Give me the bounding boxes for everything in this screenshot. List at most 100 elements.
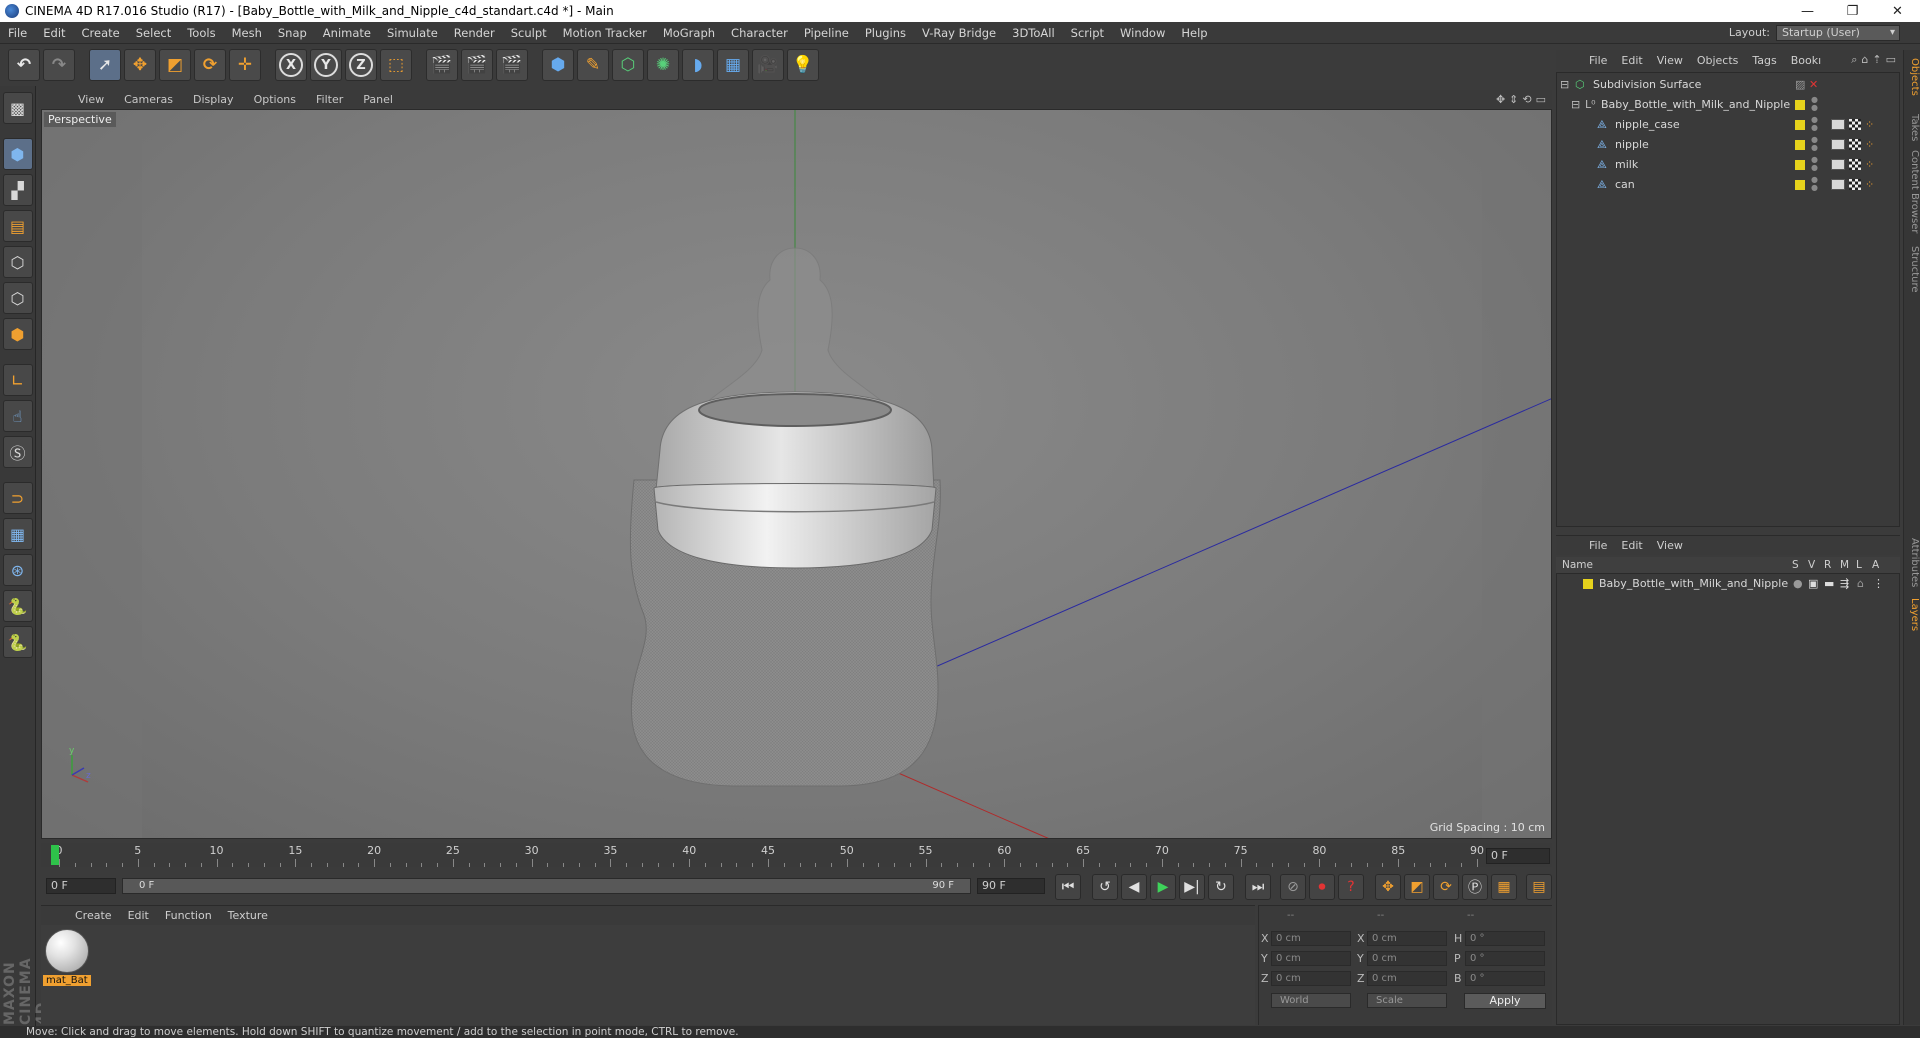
phong-tag-icon[interactable] — [1831, 119, 1845, 130]
tab-takes[interactable]: Takes — [1905, 114, 1920, 141]
menu-pipeline[interactable]: Pipeline — [796, 26, 857, 40]
object-row-baby-bottle[interactable]: ⊟ L⁰ Baby_Bottle_with_Milk_and_Nipple ● ● — [1557, 95, 1899, 114]
next-frame-icon[interactable]: ▶| — [1179, 874, 1205, 900]
texture-tag-icon[interactable] — [1849, 159, 1861, 170]
layer-manager-icon[interactable]: ⇶ — [1840, 577, 1849, 590]
render-picture-viewer-icon[interactable]: 🎬 — [461, 49, 493, 81]
scale-tool-icon[interactable]: ◩ — [159, 49, 191, 81]
render-settings-icon[interactable]: 🎬 — [496, 49, 528, 81]
coordinate-system-icon[interactable]: ⬚ — [380, 49, 412, 81]
preview-range-slider[interactable]: 0 F 90 F — [122, 878, 971, 894]
menu-script[interactable]: Script — [1063, 26, 1112, 40]
om-menu-bookmarks[interactable]: Bookı — [1784, 54, 1828, 67]
undo-icon[interactable]: ↶ — [8, 49, 40, 81]
om-menu-tags[interactable]: Tags — [1745, 54, 1783, 67]
python-script-icon[interactable]: 🐍 — [2, 590, 33, 622]
menu-plugins[interactable]: Plugins — [857, 26, 914, 40]
light-icon[interactable]: 💡 — [787, 49, 819, 81]
viewport-menu-cameras[interactable]: Cameras — [114, 93, 183, 106]
deformer-icon[interactable]: ◗ — [682, 49, 714, 81]
locked-workplane-icon[interactable]: ⊛ — [2, 554, 33, 586]
material-menu-create[interactable]: Create — [67, 909, 120, 922]
model-mode-icon[interactable]: ⬢ — [2, 138, 33, 170]
rotate-tool-icon[interactable]: ⟳ — [194, 49, 226, 81]
visibility-check-icon[interactable]: ▨ — [1795, 78, 1807, 91]
layer-solo-icon[interactable]: ● — [1793, 577, 1803, 590]
om-menu-objects[interactable]: Objects — [1690, 54, 1746, 67]
layer-lock-icon[interactable]: ⌂ — [1857, 577, 1864, 590]
pen-spline-icon[interactable]: ✎ — [577, 49, 609, 81]
viewport-camera-label[interactable]: Perspective — [44, 112, 116, 127]
lm-menu-view[interactable]: View — [1650, 539, 1690, 552]
y-axis-lock-icon[interactable]: Y — [310, 49, 342, 81]
object-row-nipple[interactable]: ⟁ nipple ● ● ⁘ — [1557, 135, 1899, 154]
phong-tag-icon[interactable] — [1831, 139, 1845, 150]
visibility-dots-icon[interactable]: ● ● — [1811, 116, 1818, 132]
record-point-level-icon[interactable]: ▦ — [1491, 874, 1517, 900]
visibility-dots-icon[interactable]: ● ● — [1811, 156, 1818, 172]
layer-color-swatch[interactable] — [1583, 579, 1593, 589]
snapping-icon[interactable]: ⊃ — [2, 482, 33, 514]
record-active-objects-icon[interactable]: ⏺ — [1309, 874, 1335, 900]
maximize-button[interactable]: ❐ — [1830, 0, 1875, 22]
om-menu-file[interactable]: File — [1582, 54, 1614, 67]
tab-objects[interactable]: Objects — [1905, 58, 1920, 96]
next-keyframe-icon[interactable]: ↻ — [1208, 874, 1234, 900]
minimize-button[interactable]: — — [1785, 0, 1830, 22]
viewport-menu-panel[interactable]: Panel — [353, 93, 403, 106]
layer-animation-icon[interactable]: ⋮ — [1873, 577, 1884, 590]
position-z-field[interactable]: 0 cm — [1271, 971, 1351, 986]
coordinate-space-dropdown[interactable]: World — [1271, 993, 1351, 1008]
layer-view-icon[interactable]: ▣ — [1808, 577, 1818, 590]
close-button[interactable]: ✕ — [1875, 0, 1920, 22]
material-tag-icon[interactable]: ⁘ — [1865, 118, 1874, 131]
viewport-menu-filter[interactable]: Filter — [306, 93, 353, 106]
material-menu-edit[interactable]: Edit — [120, 909, 157, 922]
go-to-end-icon[interactable]: ⏭ — [1245, 874, 1271, 900]
object-row-subdivision-surface[interactable]: ⊟ ⬡ Subdivision Surface ▨ ✕ — [1557, 75, 1899, 94]
collapse-icon[interactable]: ⊟ — [1560, 78, 1572, 91]
workplane-mode-icon[interactable]: ▤ — [2, 210, 33, 242]
material-tag-icon[interactable]: ⁘ — [1865, 158, 1874, 171]
menu-snap[interactable]: Snap — [270, 26, 315, 40]
subdivision-surface-icon[interactable]: ⬡ — [612, 49, 644, 81]
previous-frame-icon[interactable]: ◀ — [1121, 874, 1147, 900]
render-view-icon[interactable]: 🎬 — [426, 49, 458, 81]
recent-tools-icon[interactable]: ✛ — [229, 49, 261, 81]
transform-mode-dropdown[interactable]: Scale — [1367, 993, 1447, 1008]
layer-color-tag[interactable] — [1795, 160, 1805, 170]
layer-color-tag[interactable] — [1795, 100, 1805, 110]
solo-mode-icon[interactable]: Ⓢ — [2, 436, 33, 468]
visibility-dots-icon[interactable]: ● ● — [1811, 176, 1818, 192]
keyframe-selection-icon[interactable]: ⊘ — [1280, 874, 1306, 900]
om-menu-edit[interactable]: Edit — [1614, 54, 1649, 67]
material-tag-icon[interactable]: ⁘ — [1865, 178, 1874, 191]
position-x-field[interactable]: 0 cm — [1271, 931, 1351, 946]
perspective-viewport[interactable]: y z Perspective Grid Spacing : 10 cm — [41, 109, 1552, 839]
rotation-b-field[interactable]: 0 ° — [1465, 971, 1545, 986]
object-row-nipple-case[interactable]: ⟁ nipple_case ● ● ⁘ — [1557, 115, 1899, 134]
menu-mesh[interactable]: Mesh — [224, 26, 270, 40]
layer-row[interactable]: Baby_Bottle_with_Milk_and_Nipple ● ▣ ▬ ⇶… — [1557, 576, 1899, 593]
end-frame-field[interactable]: 90 F — [977, 878, 1045, 894]
menu-render[interactable]: Render — [446, 26, 503, 40]
menu-mograph[interactable]: MoGraph — [655, 26, 723, 40]
object-row-can[interactable]: ⟁ can ● ● ⁘ — [1557, 175, 1899, 194]
layout-select[interactable]: Startup (User) — [1776, 24, 1900, 41]
menu-create[interactable]: Create — [74, 26, 128, 40]
visibility-dots-icon[interactable]: ● ● — [1811, 96, 1818, 112]
layer-color-tag[interactable] — [1795, 180, 1805, 190]
collapse-icon[interactable]: ⊟ — [1571, 98, 1583, 111]
texture-tag-icon[interactable] — [1849, 179, 1861, 190]
phong-tag-icon[interactable] — [1831, 159, 1845, 170]
axis-mode-icon[interactable]: ∟ — [2, 364, 33, 396]
material-preview-ball[interactable] — [45, 929, 89, 973]
viewport-move-icon[interactable]: ✥ — [1496, 93, 1505, 106]
menu-vray-bridge[interactable]: V-Ray Bridge — [914, 26, 1004, 40]
record-position-icon[interactable]: ✥ — [1375, 874, 1401, 900]
rotation-p-field[interactable]: 0 ° — [1465, 951, 1545, 966]
tweak-mode-icon[interactable]: ☝ — [2, 400, 33, 432]
autokeying-icon[interactable]: ? — [1338, 874, 1364, 900]
om-new-window-icon[interactable]: ▭ — [1886, 53, 1896, 67]
camera-icon[interactable]: 🎥 — [752, 49, 784, 81]
